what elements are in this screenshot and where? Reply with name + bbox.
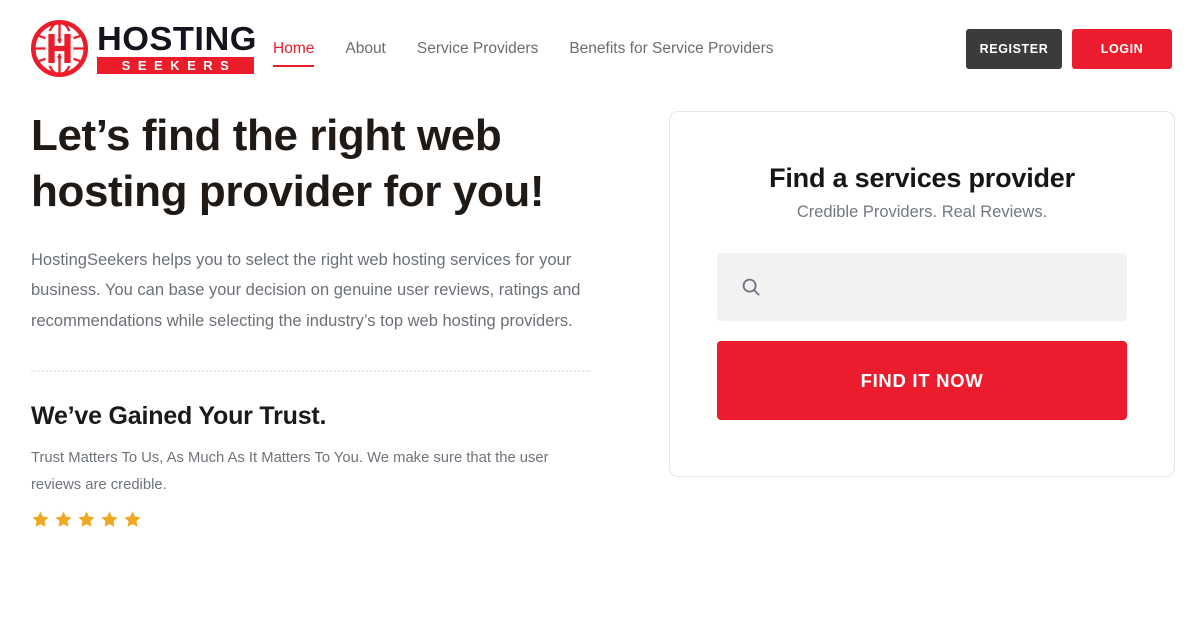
section-divider xyxy=(31,369,591,372)
trust-heading: We’ve Gained Your Trust. xyxy=(31,401,327,430)
brand-name-bottom: SEEKERS xyxy=(97,56,254,74)
header-actions: REGISTER LOGIN xyxy=(966,28,1172,69)
trust-description: Trust Matters To Us, As Much As It Matte… xyxy=(31,449,549,493)
card-subtitle: Credible Providers. Real Reviews. xyxy=(796,203,1048,221)
login-button[interactable]: LOGIN xyxy=(1072,28,1172,69)
find-provider-card: Find a services provider Credible Provid… xyxy=(669,111,1175,477)
register-button[interactable]: REGISTER xyxy=(966,28,1062,69)
search-input[interactable] xyxy=(762,278,1127,296)
star-icon xyxy=(55,511,72,527)
page-title: Let’s find the right web hosting provide… xyxy=(31,111,545,216)
brand-logo[interactable]: HOSTING SEEKERS xyxy=(31,20,256,77)
brand-wordmark: HOSTING SEEKERS xyxy=(97,22,256,74)
star-icon xyxy=(32,511,49,527)
rating-stars xyxy=(31,510,611,529)
hero-section: Let’s find the right web hosting provide… xyxy=(31,108,611,529)
nav-item-home[interactable]: Home xyxy=(273,38,315,67)
main-navigation: Home About Service Providers Benefits fo… xyxy=(273,38,966,67)
hero-description: HostingSeekers helps you to select the r… xyxy=(31,250,581,331)
site-header: HOSTING SEEKERS Home About Service Provi… xyxy=(0,0,1200,97)
card-title: Find a services provider xyxy=(769,163,1075,193)
landing-page: HOSTING SEEKERS Home About Service Provi… xyxy=(0,0,1200,627)
star-icon xyxy=(78,511,95,527)
globe-h-logo-icon xyxy=(31,20,88,77)
nav-item-about[interactable]: About xyxy=(345,38,386,60)
nav-item-service-providers[interactable]: Service Providers xyxy=(417,38,538,60)
find-it-now-button[interactable]: FIND IT NOW xyxy=(717,341,1127,420)
star-icon xyxy=(124,511,141,527)
nav-item-benefits-for-service-providers[interactable]: Benefits for Service Providers xyxy=(569,38,773,60)
search-box[interactable] xyxy=(717,253,1127,321)
star-icon xyxy=(101,511,118,527)
brand-name-top: HOSTING xyxy=(97,20,257,58)
search-icon xyxy=(742,278,760,296)
